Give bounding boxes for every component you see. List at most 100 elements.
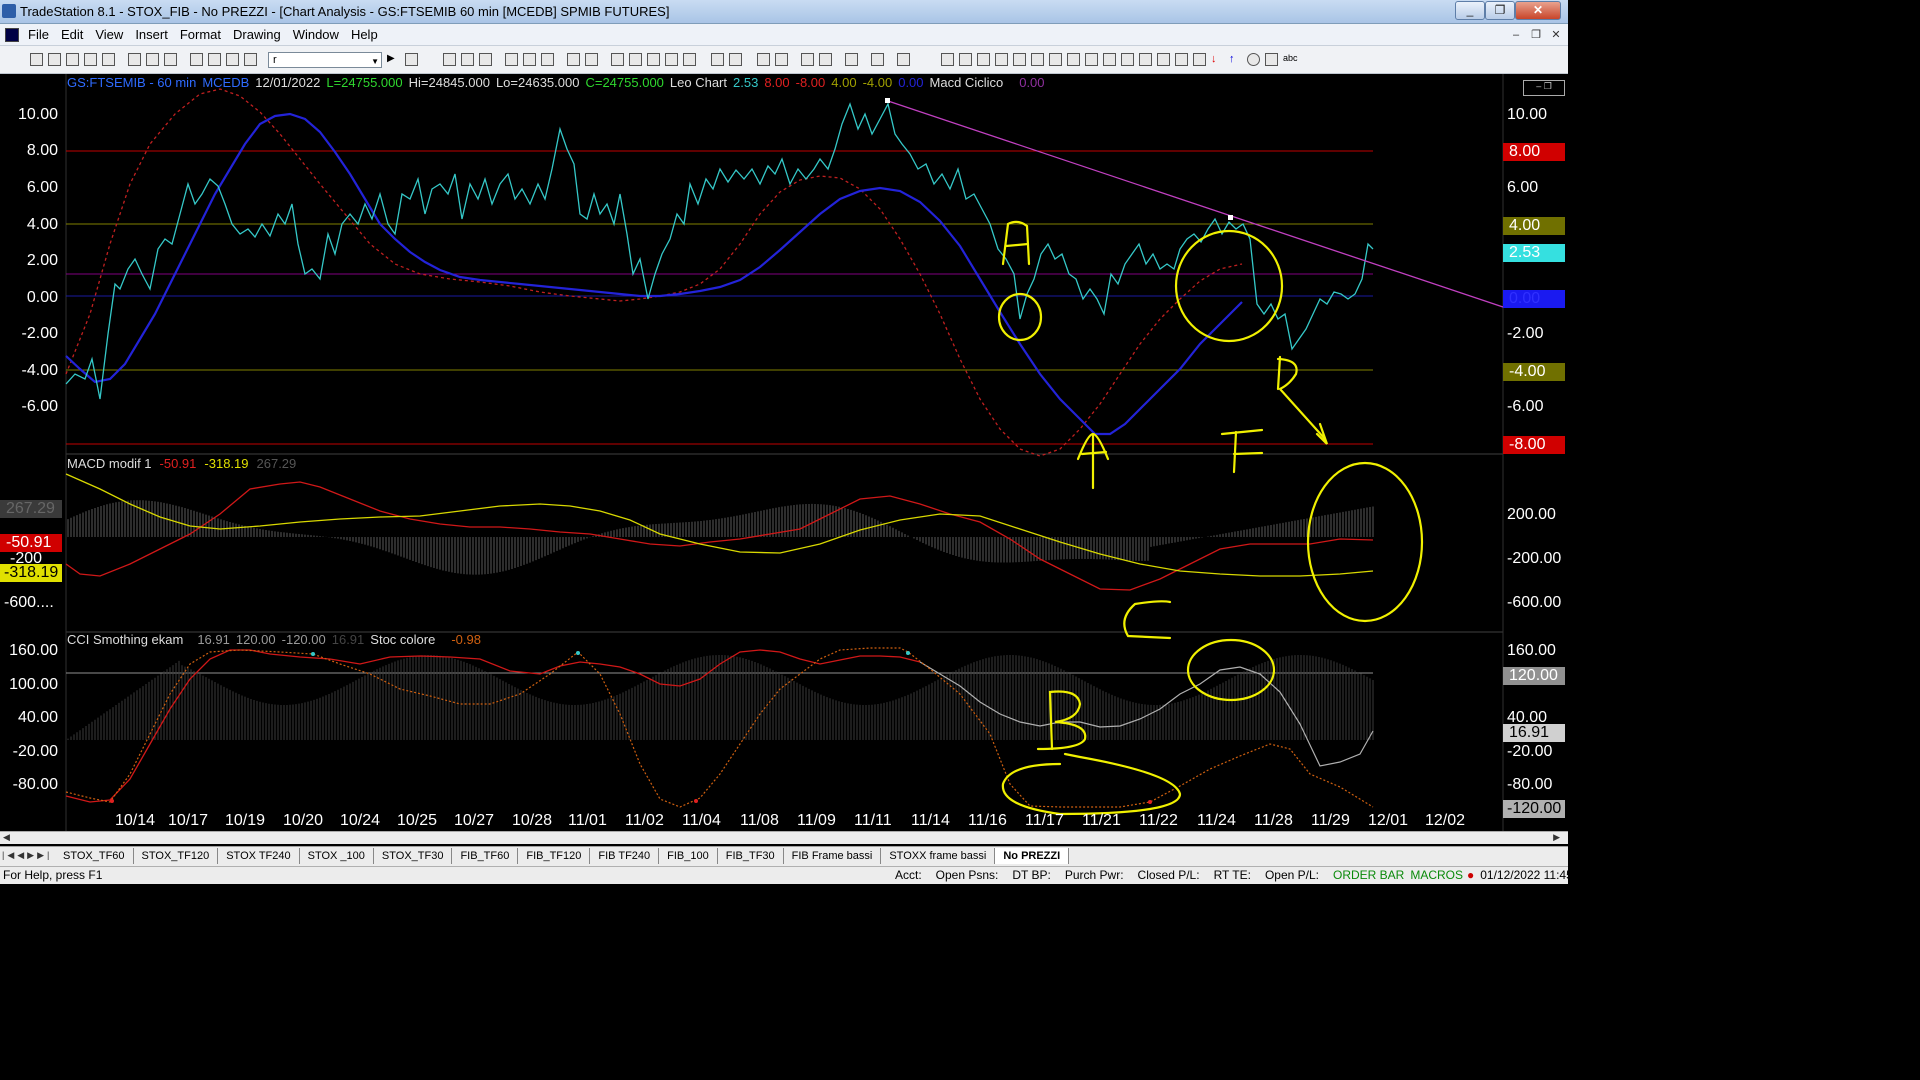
news-icon[interactable] (611, 53, 624, 66)
strategy-icon[interactable] (647, 53, 660, 66)
fib-fan-icon[interactable] (1121, 53, 1134, 66)
tab-stox-tf120[interactable]: STOX_TF120 (134, 848, 219, 864)
menu-window[interactable]: Window (287, 27, 345, 43)
right-tick: 160.00 (1507, 642, 1556, 659)
scroll-left-icon[interactable]: ◀ (3, 832, 10, 843)
expand-icon[interactable] (729, 53, 742, 66)
print-preview-icon[interactable] (146, 53, 159, 66)
regression-icon[interactable] (1085, 53, 1098, 66)
scanner-icon[interactable] (523, 53, 536, 66)
tab-stoxx-frame-bassi[interactable]: STOXX frame bassi (881, 848, 996, 864)
mdi-minimize-icon[interactable]: – (1508, 27, 1524, 43)
marker-circle-cci (1186, 638, 1276, 702)
arrow-up-icon[interactable]: ↑ (1229, 53, 1242, 66)
lock-icon[interactable] (208, 53, 221, 66)
options-icon[interactable] (541, 53, 554, 66)
matrix-icon[interactable] (505, 53, 518, 66)
mdi-restore-icon[interactable]: ❐ (1528, 27, 1544, 43)
mdi-close-icon[interactable]: ✕ (1548, 27, 1564, 43)
hammer-icon[interactable] (845, 53, 858, 66)
menu-format[interactable]: Format (174, 27, 227, 43)
pointer-icon[interactable] (801, 53, 814, 66)
right-tick: 10.00 (1507, 106, 1548, 123)
hotlist-icon[interactable] (585, 53, 598, 66)
status-order-bar[interactable]: ORDER BAR (1333, 868, 1404, 882)
chart-analysis-window[interactable]: GS:FTSEMIB - 60 min MCEDB 12/01/2022 L=2… (0, 74, 1568, 844)
speed-icon[interactable] (1049, 53, 1062, 66)
new-icon[interactable] (30, 53, 43, 66)
cross-icon[interactable] (819, 53, 832, 66)
open-icon[interactable] (48, 53, 61, 66)
tick-icon[interactable] (683, 53, 696, 66)
macd-badge-g: 267.29 (0, 500, 62, 518)
arrow-down-icon[interactable]: ↓ (1211, 53, 1224, 66)
gann-icon[interactable] (1031, 53, 1044, 66)
fib-icon[interactable] (1013, 53, 1026, 66)
order-icon[interactable] (629, 53, 642, 66)
tab-nav-arrows-icon[interactable]: |◀◀▶▶| (2, 850, 52, 861)
insert-analysis-icon[interactable] (871, 53, 884, 66)
compress-icon[interactable] (711, 53, 724, 66)
pitchfork-icon[interactable] (1067, 53, 1080, 66)
menu-file[interactable]: File (22, 27, 55, 43)
save-workspace-icon[interactable] (102, 53, 115, 66)
tab-no-prezzi[interactable]: No PREZZI (995, 848, 1070, 864)
hline-icon[interactable] (959, 53, 972, 66)
grid-icon[interactable] (479, 53, 492, 66)
text-icon[interactable]: abc (1283, 53, 1298, 66)
tab-stox-tf60[interactable]: STOX_TF60 (55, 848, 134, 864)
tab-stox-tf240[interactable]: STOX TF240 (218, 848, 300, 864)
tab-fib-100[interactable]: FIB_100 (659, 848, 718, 864)
ext-icon[interactable] (1157, 53, 1170, 66)
zoom-out-icon[interactable] (775, 53, 788, 66)
pen-icon[interactable] (1175, 53, 1188, 66)
print-icon[interactable] (128, 53, 141, 66)
tab-fib-tf30[interactable]: FIB_TF30 (718, 848, 784, 864)
tab-fib-frame-bassi[interactable]: FIB Frame bassi (784, 848, 882, 864)
marker-circle-top (1174, 229, 1284, 343)
close-button[interactable]: ✕ (1515, 1, 1561, 20)
copy-icon[interactable] (190, 53, 203, 66)
tab-fib-tf60[interactable]: FIB_TF60 (452, 848, 519, 864)
date-tick: 11/02 (625, 812, 664, 829)
vline-icon[interactable] (977, 53, 990, 66)
maximize-button[interactable]: ❐ (1485, 1, 1515, 20)
save-icon[interactable] (84, 53, 97, 66)
status-macros[interactable]: MACROS (1410, 868, 1463, 882)
cut-icon[interactable] (164, 53, 177, 66)
menu-bar: File Edit View Insert Format Drawing Win… (0, 24, 1568, 46)
minimize-button[interactable]: _ (1455, 1, 1485, 20)
find-icon[interactable] (405, 53, 418, 66)
radar-icon[interactable] (461, 53, 474, 66)
zoom-in-icon[interactable] (757, 53, 770, 66)
play-icon[interactable]: ▶ (387, 53, 400, 66)
format-icon[interactable] (897, 53, 910, 66)
tab-stox-tf30[interactable]: STOX_TF30 (374, 848, 453, 864)
tab-fib-tf120[interactable]: FIB_TF120 (518, 848, 591, 864)
trendline-icon[interactable] (941, 53, 954, 66)
tab-stox-100[interactable]: STOX _100 (300, 848, 374, 864)
panel-control-icon[interactable]: – ❐ (1523, 80, 1565, 96)
menu-drawing[interactable]: Drawing (227, 27, 287, 43)
palette-icon[interactable] (244, 53, 257, 66)
menu-view[interactable]: View (89, 27, 129, 43)
menu-help[interactable]: Help (345, 27, 384, 43)
symbol-combo[interactable]: r ▼ (268, 52, 382, 68)
portfolio-icon[interactable] (567, 53, 580, 66)
scroll-right-icon[interactable]: ▶ (1553, 832, 1560, 843)
menu-edit[interactable]: Edit (55, 27, 89, 43)
hook-icon[interactable] (1193, 53, 1206, 66)
channel-icon[interactable] (995, 53, 1008, 66)
ellipse-icon[interactable] (1247, 53, 1260, 66)
arrow-lr-icon[interactable] (1103, 53, 1116, 66)
chart-window-icon[interactable] (443, 53, 456, 66)
tab-fib-tf240[interactable]: FIB TF240 (590, 848, 660, 864)
tools-icon[interactable] (226, 53, 239, 66)
arc-icon[interactable] (1139, 53, 1152, 66)
header-symbol: GS:FTSEMIB - 60 min (67, 75, 197, 90)
bars-icon[interactable] (665, 53, 678, 66)
open-workspace-icon[interactable] (66, 53, 79, 66)
rectangle-icon[interactable] (1265, 53, 1278, 66)
menu-insert[interactable]: Insert (129, 27, 174, 43)
horizontal-scrollbar[interactable]: ◀ ▶ (0, 831, 1568, 844)
